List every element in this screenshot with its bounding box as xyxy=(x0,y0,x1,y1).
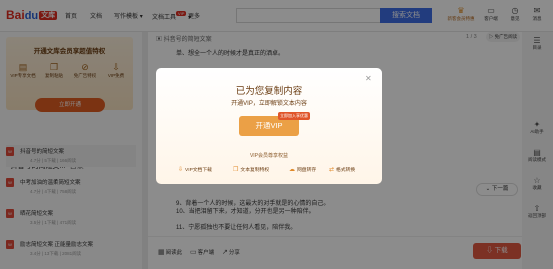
copy-icon: ❐ xyxy=(233,167,239,173)
promo-badge: 立即加入享优惠 xyxy=(278,112,310,120)
perk-label: VIP文档下载 xyxy=(185,168,212,173)
cloud-icon: ☁ xyxy=(289,167,295,173)
copy-vip-modal: ✕ 已为您复制内容 开通VIP，立即解锁文本内容 开通VIP 立即加入享优惠 V… xyxy=(156,68,382,184)
modal-perk-copy: ❐ 文本复制特权 xyxy=(233,166,269,173)
modal-perk-convert: ⇄ 格式转换 xyxy=(329,166,355,173)
modal-perk-download: ⇩ VIP文档下载 xyxy=(178,166,212,173)
download-icon: ⇩ xyxy=(178,167,184,173)
perk-label: 格式转换 xyxy=(336,168,356,173)
modal-perk-cloud: ☁ 网盘转存 xyxy=(289,166,316,173)
perk-label: 网盘转存 xyxy=(297,168,317,173)
modal-title: 已为您复制内容 xyxy=(235,86,303,97)
modal-subtitle: 开通VIP，立即解锁文本内容 xyxy=(231,101,307,107)
close-icon[interactable]: ✕ xyxy=(365,74,372,83)
perk-label: 文本复制特权 xyxy=(240,168,270,173)
app-root: Baidu 文库 首页 文档 写作模板 ▾ 文档工具VIP ▾ 更多 搜索文档 ♛… xyxy=(0,0,553,269)
modal-perks-title: VIP会员尊享权益 xyxy=(249,153,289,159)
convert-icon: ⇄ xyxy=(329,167,335,173)
